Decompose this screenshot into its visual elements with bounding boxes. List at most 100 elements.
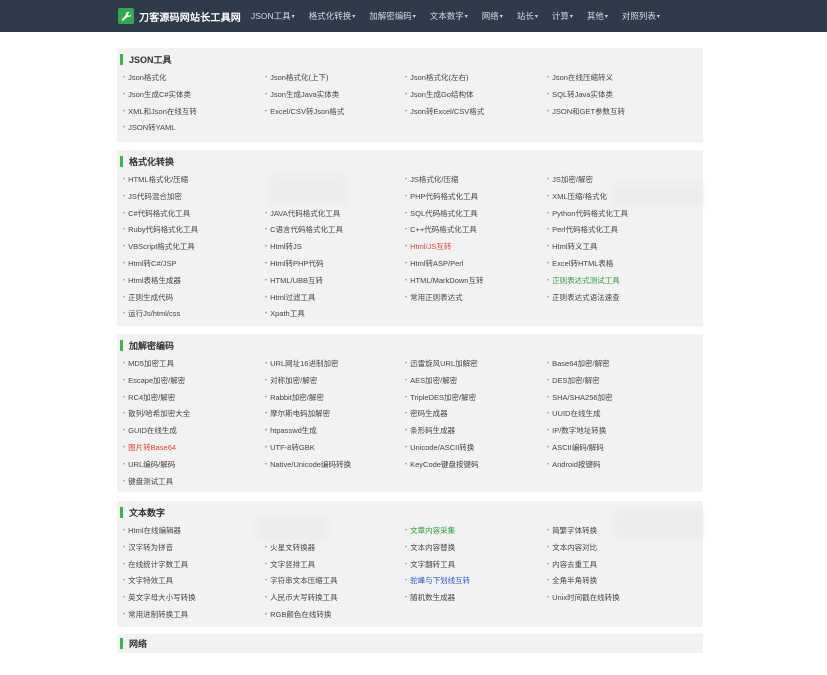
nav-encrypt-encode[interactable]: 加解密编码▾ bbox=[369, 10, 416, 22]
tool-link[interactable]: Html转ASP/Perl bbox=[405, 258, 463, 269]
tool-link[interactable]: 内容去重工具 bbox=[547, 559, 597, 570]
tool-link[interactable]: 迅雷旋风URL加解密 bbox=[405, 358, 478, 369]
tool-link[interactable]: Html表格生成器 bbox=[123, 275, 181, 286]
tool-link[interactable]: GUID在线生成 bbox=[123, 425, 177, 436]
tool-link[interactable]: 密码生成器 bbox=[405, 408, 448, 419]
tool-link[interactable]: UTF-8转GBK bbox=[265, 442, 315, 453]
tool-link[interactable]: 字符串文本压缩工具 bbox=[265, 575, 338, 586]
tool-link[interactable]: ASCII编码/解码 bbox=[547, 442, 604, 453]
tool-link[interactable]: htpasswd生成 bbox=[265, 425, 317, 436]
tool-link[interactable]: Perl代码格式化工具 bbox=[547, 224, 618, 235]
tool-link[interactable]: JAVA代码格式化工具 bbox=[265, 208, 340, 219]
tool-link[interactable]: 正则生成代码 bbox=[123, 292, 173, 303]
tool-link[interactable]: JS代码混合加密 bbox=[123, 191, 182, 202]
tool-link[interactable]: HTML/MarkDown互转 bbox=[405, 275, 483, 286]
tool-link[interactable]: Html转PHP代码 bbox=[265, 258, 323, 269]
nav-webmaster[interactable]: 站长▾ bbox=[517, 10, 538, 22]
tool-link[interactable]: 正则表达式测试工具 bbox=[547, 275, 620, 286]
tool-link[interactable]: Html/JS互转 bbox=[405, 241, 451, 252]
tool-link[interactable]: KeyCode键盘按键码 bbox=[405, 459, 478, 470]
tool-link[interactable]: 散列/哈希加密大全 bbox=[123, 408, 190, 419]
tool-link[interactable]: SHA/SHA256加密 bbox=[547, 392, 612, 403]
tool-link[interactable]: Android按键码 bbox=[547, 459, 600, 470]
tool-link[interactable]: Json生成Java实体类 bbox=[265, 89, 339, 100]
tool-link[interactable]: URL编码/解码 bbox=[123, 459, 175, 470]
nav-calculate[interactable]: 计算▾ bbox=[552, 10, 573, 22]
tool-link[interactable]: 正则表达式语法速查 bbox=[547, 292, 620, 303]
tool-link[interactable]: 常用正则表达式 bbox=[405, 292, 463, 303]
tool-link[interactable]: C语言代码格式化工具 bbox=[265, 224, 343, 235]
tool-link[interactable]: Json生成C#实体类 bbox=[123, 89, 191, 100]
nav-reference-list[interactable]: 对照列表▾ bbox=[622, 10, 660, 22]
nav-network[interactable]: 网络▾ bbox=[482, 10, 503, 22]
tool-link[interactable]: Rabbit加密/解密 bbox=[265, 392, 324, 403]
tool-link[interactable]: C++代码格式化工具 bbox=[405, 224, 477, 235]
tool-link[interactable]: Escape加密/解密 bbox=[123, 375, 185, 386]
tool-link[interactable]: C#代码格式化工具 bbox=[123, 208, 190, 219]
tool-link[interactable]: 文本内容对比 bbox=[547, 542, 597, 553]
tool-link[interactable]: Json格式化 bbox=[123, 72, 166, 83]
tool-link[interactable]: 运行Js/html/css bbox=[123, 308, 180, 319]
tool-link[interactable]: Excel/CSV转Json格式 bbox=[265, 106, 344, 117]
tool-link[interactable]: MD5加密工具 bbox=[123, 358, 174, 369]
tool-link[interactable]: Json转Excel/CSV格式 bbox=[405, 106, 484, 117]
tool-link[interactable]: Excel转HTML表格 bbox=[547, 258, 613, 269]
tool-link[interactable]: Native/Unicode编码转换 bbox=[265, 459, 351, 470]
tool-link[interactable]: Xpath工具 bbox=[265, 308, 305, 319]
tool-link[interactable]: XML压缩/格式化 bbox=[547, 191, 607, 202]
tool-link[interactable]: 条形码生成器 bbox=[405, 425, 455, 436]
tool-link[interactable]: Json格式化(上下) bbox=[265, 72, 328, 83]
tool-link[interactable]: 文字翻转工具 bbox=[405, 559, 455, 570]
tool-link[interactable]: 人民币大写转换工具 bbox=[265, 592, 338, 603]
tool-link[interactable]: RGB颜色在线转换 bbox=[265, 609, 331, 620]
tool-link[interactable]: Unicode/ASCII转换 bbox=[405, 442, 474, 453]
tool-link[interactable]: 在线统计字数工具 bbox=[123, 559, 188, 570]
tool-link[interactable]: UUID在线生成 bbox=[547, 408, 600, 419]
tool-link[interactable]: 简繁字体转换 bbox=[547, 525, 597, 536]
site-logo[interactable]: 刀客源码网站长工具网 bbox=[118, 8, 241, 24]
tool-link[interactable]: Json生成Go结构体 bbox=[405, 89, 473, 100]
tool-link[interactable]: Ruby代码格式化工具 bbox=[123, 224, 198, 235]
tool-link[interactable]: 摩尔斯电码加解密 bbox=[265, 408, 330, 419]
tool-link[interactable]: HTML格式化/压缩 bbox=[123, 174, 188, 185]
tool-link[interactable]: 文章内容采集 bbox=[405, 525, 455, 536]
tool-link[interactable]: IP/数字地址转换 bbox=[547, 425, 606, 436]
tool-link[interactable]: Json在线压缩转义 bbox=[547, 72, 613, 83]
tool-link[interactable]: 图片转Base64 bbox=[123, 442, 176, 453]
tool-link[interactable]: 常用进制转换工具 bbox=[123, 609, 188, 620]
nav-json-tools[interactable]: JSON工具▾ bbox=[251, 10, 295, 22]
tool-link[interactable]: JS加密/解密 bbox=[547, 174, 593, 185]
tool-link[interactable]: SQL代码格式化工具 bbox=[405, 208, 478, 219]
tool-link[interactable]: HTML/UBB互转 bbox=[265, 275, 323, 286]
tool-link[interactable]: 全角半角转换 bbox=[547, 575, 597, 586]
tool-link[interactable]: Html过滤工具 bbox=[265, 292, 315, 303]
tool-link[interactable]: Html在线编辑器 bbox=[123, 525, 181, 536]
tool-link[interactable]: Html转义工具 bbox=[547, 241, 597, 252]
tool-link[interactable]: 对称加密/解密 bbox=[265, 375, 317, 386]
tool-link[interactable]: Html转JS bbox=[265, 241, 302, 252]
tool-link[interactable]: Base64加密/解密 bbox=[547, 358, 610, 369]
tool-link[interactable]: 文本内容替换 bbox=[405, 542, 455, 553]
tool-link[interactable]: 文字竖排工具 bbox=[265, 559, 315, 570]
tool-link[interactable]: RC4加密/解密 bbox=[123, 392, 175, 403]
tool-link[interactable]: JSON和GET参数互转 bbox=[547, 106, 625, 117]
tool-link[interactable]: JSON转YAML bbox=[123, 122, 175, 133]
tool-link[interactable]: SQL转Java实体类 bbox=[547, 89, 613, 100]
nav-format-convert[interactable]: 格式化转换▾ bbox=[309, 10, 356, 22]
tool-link[interactable]: AES加密/解密 bbox=[405, 375, 457, 386]
tool-link[interactable]: Json格式化(左右) bbox=[405, 72, 468, 83]
tool-link[interactable]: 随机数生成器 bbox=[405, 592, 455, 603]
tool-link[interactable]: Python代码格式化工具 bbox=[547, 208, 628, 219]
tool-link[interactable]: Html转C#/JSP bbox=[123, 258, 176, 269]
tool-link[interactable]: 汉字转为拼音 bbox=[123, 542, 173, 553]
tool-link[interactable]: JS格式化/压缩 bbox=[405, 174, 458, 185]
nav-text-number[interactable]: 文本数字▾ bbox=[430, 10, 468, 22]
nav-other[interactable]: 其他▾ bbox=[587, 10, 608, 22]
tool-link[interactable]: XML和Json在线互转 bbox=[123, 106, 197, 117]
tool-link[interactable]: 驼峰与下划线互转 bbox=[405, 575, 470, 586]
tool-link[interactable]: URL网址16进制加密 bbox=[265, 358, 338, 369]
tool-link[interactable]: 文字特效工具 bbox=[123, 575, 173, 586]
tool-link[interactable]: VBScript格式化工具 bbox=[123, 241, 195, 252]
tool-link[interactable]: 键盘测试工具 bbox=[123, 476, 173, 487]
tool-link[interactable]: TripleDES加密/解密 bbox=[405, 392, 476, 403]
